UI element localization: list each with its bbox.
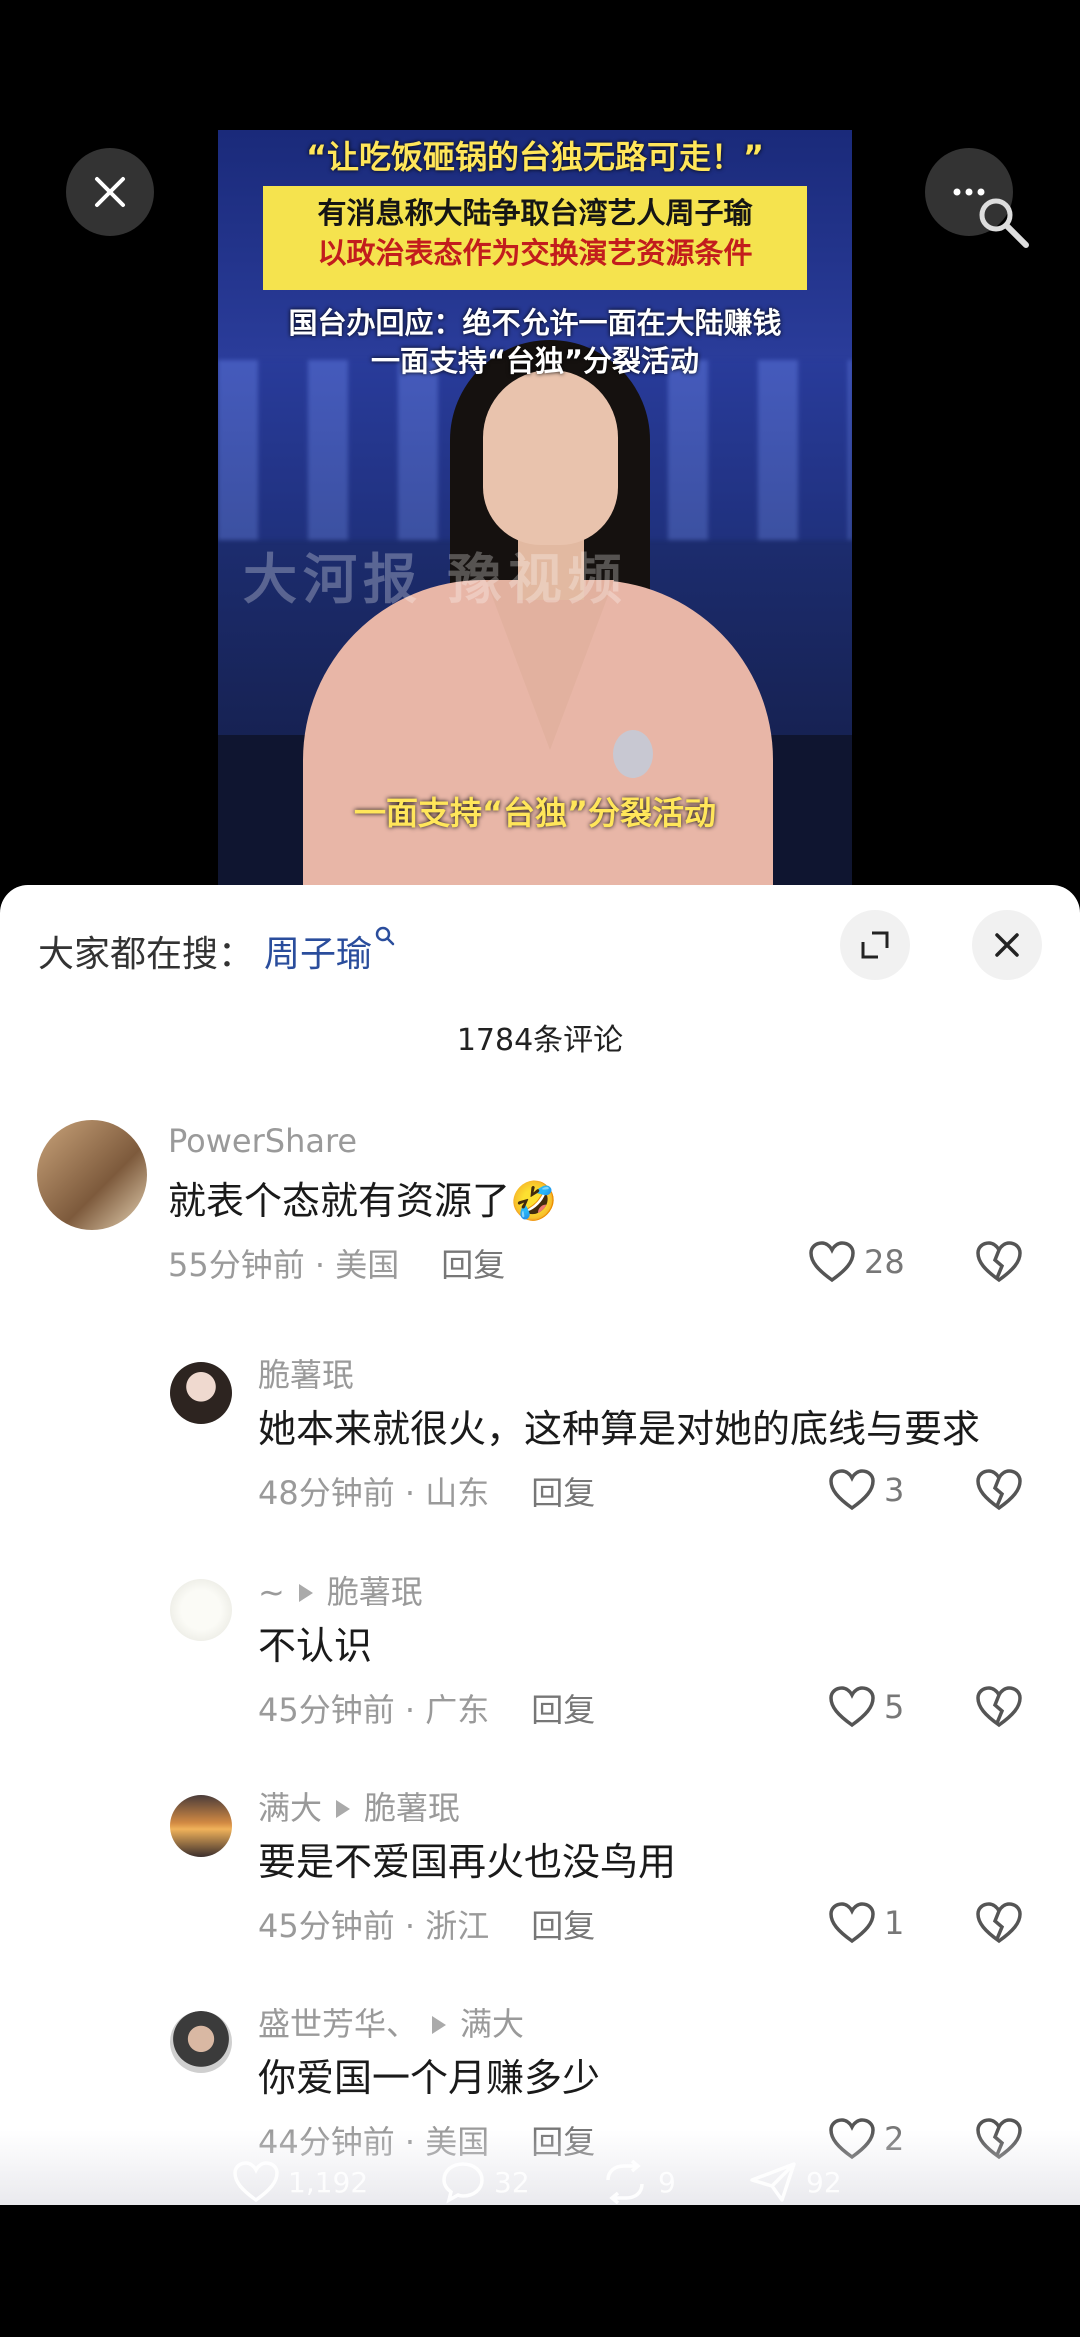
heart-icon (829, 1469, 875, 1511)
hot-search-keyword[interactable]: 周子瑜 (264, 934, 372, 975)
video-caption-box-line1: 有消息称大陆争取台湾艺人周子瑜 (317, 196, 753, 230)
reply-arrow-icon (298, 1583, 313, 1602)
avatar[interactable] (170, 1795, 232, 1857)
share-stat-button[interactable]: 92 (748, 2160, 842, 2204)
repost-icon (606, 2160, 644, 2204)
comment-time-location: 55分钟前 · 美国 (168, 1246, 400, 1284)
heart-icon (829, 1902, 875, 1944)
close-button[interactable] (66, 148, 154, 236)
reply-arrow-icon (432, 2015, 447, 2034)
expand-icon (861, 931, 889, 959)
comment-time-location: 48分钟前 · 山东 (258, 1474, 490, 1512)
close-icon (995, 933, 1019, 957)
comment-stat-button[interactable]: 32 (440, 2160, 530, 2204)
commenter-name: 满大 (258, 1789, 323, 1827)
avatar[interactable] (170, 2011, 232, 2073)
comment-meta: 45分钟前 · 浙江 回复 (258, 1901, 595, 1947)
avatar[interactable] (170, 1362, 232, 1424)
bottom-action-bar: 1,192 32 9 92 (0, 2160, 1080, 2204)
expand-button[interactable] (840, 910, 910, 980)
reply-target-name[interactable]: 脆薯珉 (327, 1573, 423, 1611)
comment-meta: 48分钟前 · 山东 回复 (258, 1468, 595, 1514)
reply-button[interactable]: 回复 (531, 1474, 595, 1512)
like-button[interactable]: 5 (828, 1685, 904, 1729)
like-button[interactable]: 28 (808, 1240, 905, 1284)
heart-icon (829, 1686, 875, 1728)
reply-button[interactable]: 回复 (441, 1246, 505, 1284)
reply-button[interactable]: 回复 (531, 1907, 595, 1945)
comment-sheet: 大家都在搜： 周子瑜 1784条评论 PowerShare 就表个态就有资源了🤣 … (0, 885, 1080, 2205)
reply-arrow-icon (336, 1799, 351, 1818)
anchor-face (483, 370, 618, 545)
video-watermark: 大河报 豫视频 (243, 548, 628, 611)
avatar[interactable] (170, 1579, 232, 1641)
comment-time-location: 45分钟前 · 广东 (258, 1691, 490, 1729)
comment-username[interactable]: PowerShare (168, 1122, 357, 1160)
hot-search[interactable]: 大家都在搜： 周子瑜 (38, 925, 396, 977)
search-icon (979, 198, 1029, 248)
video-caption-mid-line2: 一面支持“台独”分裂活动 (370, 344, 700, 378)
close-sheet-button[interactable] (972, 910, 1042, 980)
send-icon (750, 2162, 796, 2202)
video-subtitle: 一面支持“台独”分裂活动 (353, 794, 717, 832)
comment-meta: 55分钟前 · 美国 回复 (168, 1240, 505, 1286)
brooch (613, 730, 653, 778)
comment-stat-count: 32 (494, 2165, 530, 2199)
comment-username[interactable]: 脆薯珉 (258, 1350, 354, 1396)
comment-text: 她本来就很火，这种算是对她的底线与要求 (258, 1407, 981, 1451)
hot-search-label: 大家都在搜： (38, 934, 255, 975)
comment-text: 就表个态就有资源了🤣 (168, 1179, 558, 1223)
broken-heart-icon[interactable] (975, 1468, 1023, 1512)
bottom-black-area (0, 2205, 1080, 2337)
close-icon (95, 177, 125, 207)
repost-stat-count: 9 (658, 2165, 676, 2199)
like-stat-button[interactable]: 1,192 (232, 2160, 368, 2204)
comment-meta: 45分钟前 · 广东 回复 (258, 1685, 595, 1731)
heart-icon (809, 1241, 855, 1283)
comment-time-location: 45分钟前 · 浙江 (258, 1907, 490, 1945)
share-stat-count: 92 (806, 2165, 842, 2199)
comment-bubble-icon (442, 2162, 484, 2204)
comment-username[interactable]: 满大 脆薯珉 (258, 1783, 460, 1829)
video-caption-top: “让吃饭砸锅的台独无路可走！” (305, 138, 765, 176)
video-player[interactable]: 大河报 豫视频 “让吃饭砸锅的台独无路可走！” 有消息称大陆争取台湾艺人周子瑜 … (218, 130, 852, 885)
like-count: 28 (864, 1243, 905, 1281)
like-count: 3 (884, 1471, 905, 1509)
broken-heart-icon[interactable] (975, 1685, 1023, 1729)
reply-button[interactable]: 回复 (531, 1691, 595, 1729)
commenter-name: ~ (258, 1573, 285, 1611)
video-caption-mid-line1: 国台办回应：绝不允许一面在大陆赚钱 (288, 306, 782, 340)
like-count: 1 (884, 1904, 905, 1942)
avatar[interactable] (37, 1120, 147, 1230)
comment-text: 要是不爱国再火也没鸟用 (258, 1840, 677, 1884)
comment-count: 1784条评论 (456, 1023, 624, 1058)
comment-text: 不认识 (258, 1624, 373, 1668)
commenter-name: 盛世芳华、 (258, 2005, 419, 2043)
heart-icon (233, 2161, 279, 2203)
broken-heart-icon[interactable] (975, 1240, 1023, 1284)
comment-text: 你爱国一个月赚多少 (258, 2056, 601, 2100)
repost-stat-button[interactable]: 9 (600, 2160, 676, 2204)
comment-username[interactable]: ~ 脆薯珉 (258, 1567, 423, 1613)
like-button[interactable]: 1 (828, 1901, 904, 1945)
broken-heart-icon[interactable] (975, 1901, 1023, 1945)
search-icon (375, 926, 395, 946)
like-button[interactable]: 3 (828, 1468, 904, 1512)
like-count: 5 (884, 1688, 905, 1726)
reply-target-name[interactable]: 脆薯珉 (364, 1789, 460, 1827)
video-caption-box-line2: 以政治表态作为交换演艺资源条件 (317, 236, 753, 270)
like-stat-count: 1,192 (288, 2165, 369, 2199)
reply-target-name[interactable]: 满大 (460, 2005, 524, 2043)
comment-username[interactable]: 盛世芳华、 满大 (258, 1999, 524, 2045)
